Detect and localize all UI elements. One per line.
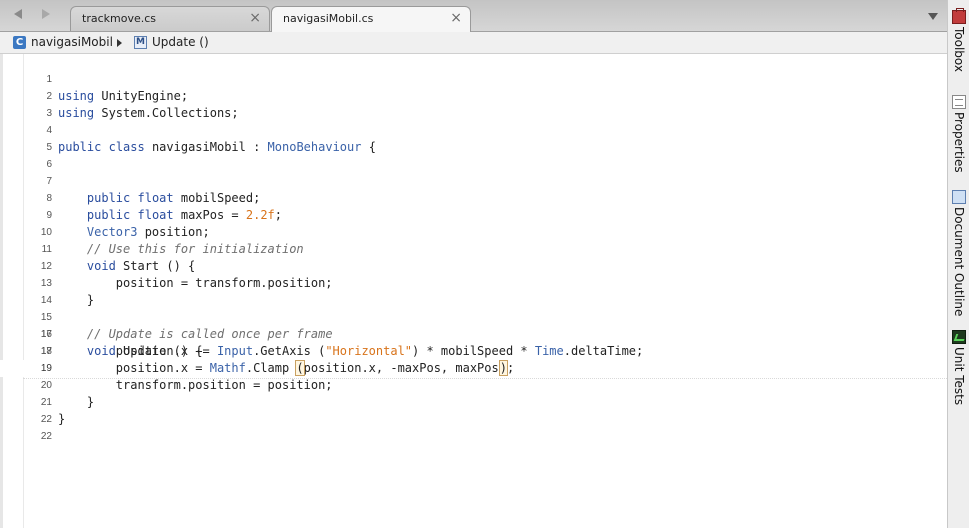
line-number: 22 [40,414,52,425]
code-line[interactable]: 13 } [0,258,947,307]
code-token: } [86,395,95,409]
code-text: position.x += Input.GetAxis ("Horizontal… [58,343,643,360]
code-token: .GetAxis ( [253,344,326,358]
code-line[interactable]: 20 transform.position = position; [0,377,947,394]
document-outline-label: Document Outline [952,207,966,317]
properties-icon [952,95,966,109]
type-name: Mathf [209,361,246,375]
code-line[interactable]: 9 Vector3 position; [0,190,947,239]
code-line[interactable]: 8 public float maxPos = 2.2f; [0,173,947,222]
line-number: 21 [40,397,52,408]
properties-pad[interactable]: Properties [949,95,969,173]
close-icon[interactable]: × [450,10,462,26]
type-name: Time [534,344,564,358]
chevron-right-icon [117,39,122,47]
unit-tests-icon [952,330,966,344]
code-line[interactable]: 2 using System.Collections; [0,71,947,120]
code-text: position.x = Mathf.Clamp (position.x, -m… [58,360,514,377]
chevron-down-icon[interactable] [928,13,938,20]
code-line[interactable]: 3 [0,88,947,119]
toolbox-pad[interactable]: Toolbox [949,8,969,72]
document-outline-pad[interactable]: Document Outline [949,190,969,316]
code-line[interactable]: 19 position.x = Mathf.Clamp (position.x,… [0,360,947,377]
tab-bar: trackmove.cs × navigasiMobil.cs × [0,0,947,32]
code-text: } [58,394,94,411]
code-text: transform.position = position; [58,377,333,394]
toolbox-icon [952,8,966,24]
code-line[interactable]: 6 [0,139,947,170]
right-dock-bar: Toolbox Properties Document Outline Unit… [947,0,969,528]
breadcrumb-method[interactable]: M Update () [134,34,209,50]
code-line[interactable]: 22} [0,411,947,428]
code-line[interactable]: 10 // Use this for initialization [0,207,947,256]
line-number: 18 [40,346,52,357]
breadcrumb-class[interactable]: C navigasiMobil [13,34,113,50]
code-line[interactable]: 17 [0,326,947,343]
breadcrumb-class-label: navigasiMobil [31,35,113,49]
code-line[interactable]: 4 public class navigasiMobil : MonoBehav… [0,105,947,154]
code-token: ) * mobilSpeed * [412,344,535,358]
code-token: position.x += [115,344,217,358]
code-line[interactable]: 14 [0,275,947,306]
code-editor[interactable]: 1 using UnityEngine; 2 using System.Coll… [0,54,947,528]
line-number: 22 [40,431,52,442]
code-line[interactable]: 7 public float mobilSpeed; [0,156,947,205]
line-number: 19 [40,363,52,374]
code-token: ; [506,361,515,375]
code-line[interactable]: 21 } [0,394,947,411]
code-token: position.x = [115,361,210,375]
breadcrumb: C navigasiMobil M Update () [0,32,947,54]
document-outline-icon [952,190,966,204]
brace-match: ( [295,360,305,376]
code-token: position.x, -maxPos, maxPos [303,361,499,375]
code-line[interactable]: 12 position = transform.position; [0,241,947,290]
arrow-right-icon[interactable] [42,9,50,19]
toolbox-label: Toolbox [952,27,966,72]
code-line[interactable]: 5 [0,122,947,153]
code-token: } [58,412,66,426]
code-text: } [58,411,65,428]
tab-label: trackmove.cs [82,12,156,25]
tab-navigasimobil[interactable]: navigasiMobil.cs × [271,6,471,32]
unit-tests-label: Unit Tests [952,347,966,406]
code-line[interactable]: 1 using UnityEngine; [0,54,947,103]
code-token: .deltaTime; [563,344,644,358]
code-line[interactable]: 22 [0,428,947,445]
string-literal: "Horizontal" [325,344,413,358]
brace-match: ) [498,360,509,376]
type-name: Input [216,344,254,358]
code-token: transform.position = position; [115,378,333,392]
code-line[interactable]: 16 void Update () { [0,309,947,358]
code-token: .Clamp [245,361,297,375]
code-line[interactable]: 18 position.x += Input.GetAxis ("Horizon… [0,343,947,360]
arrow-left-icon[interactable] [14,9,22,19]
properties-label: Properties [952,112,966,173]
code-line[interactable]: 15 // Update is called once per frame [0,292,947,341]
close-icon[interactable]: × [249,10,261,26]
breadcrumb-method-label: Update () [152,35,209,49]
unit-tests-pad[interactable]: Unit Tests [949,330,969,405]
line-number: 17 [40,329,52,340]
line-number: 20 [40,380,52,391]
class-icon: C [13,35,26,49]
method-icon: M [134,35,147,49]
code-line[interactable]: 11 void Start () { [0,224,947,273]
tab-trackmove[interactable]: trackmove.cs × [70,6,270,31]
tab-label: navigasiMobil.cs [283,12,374,25]
